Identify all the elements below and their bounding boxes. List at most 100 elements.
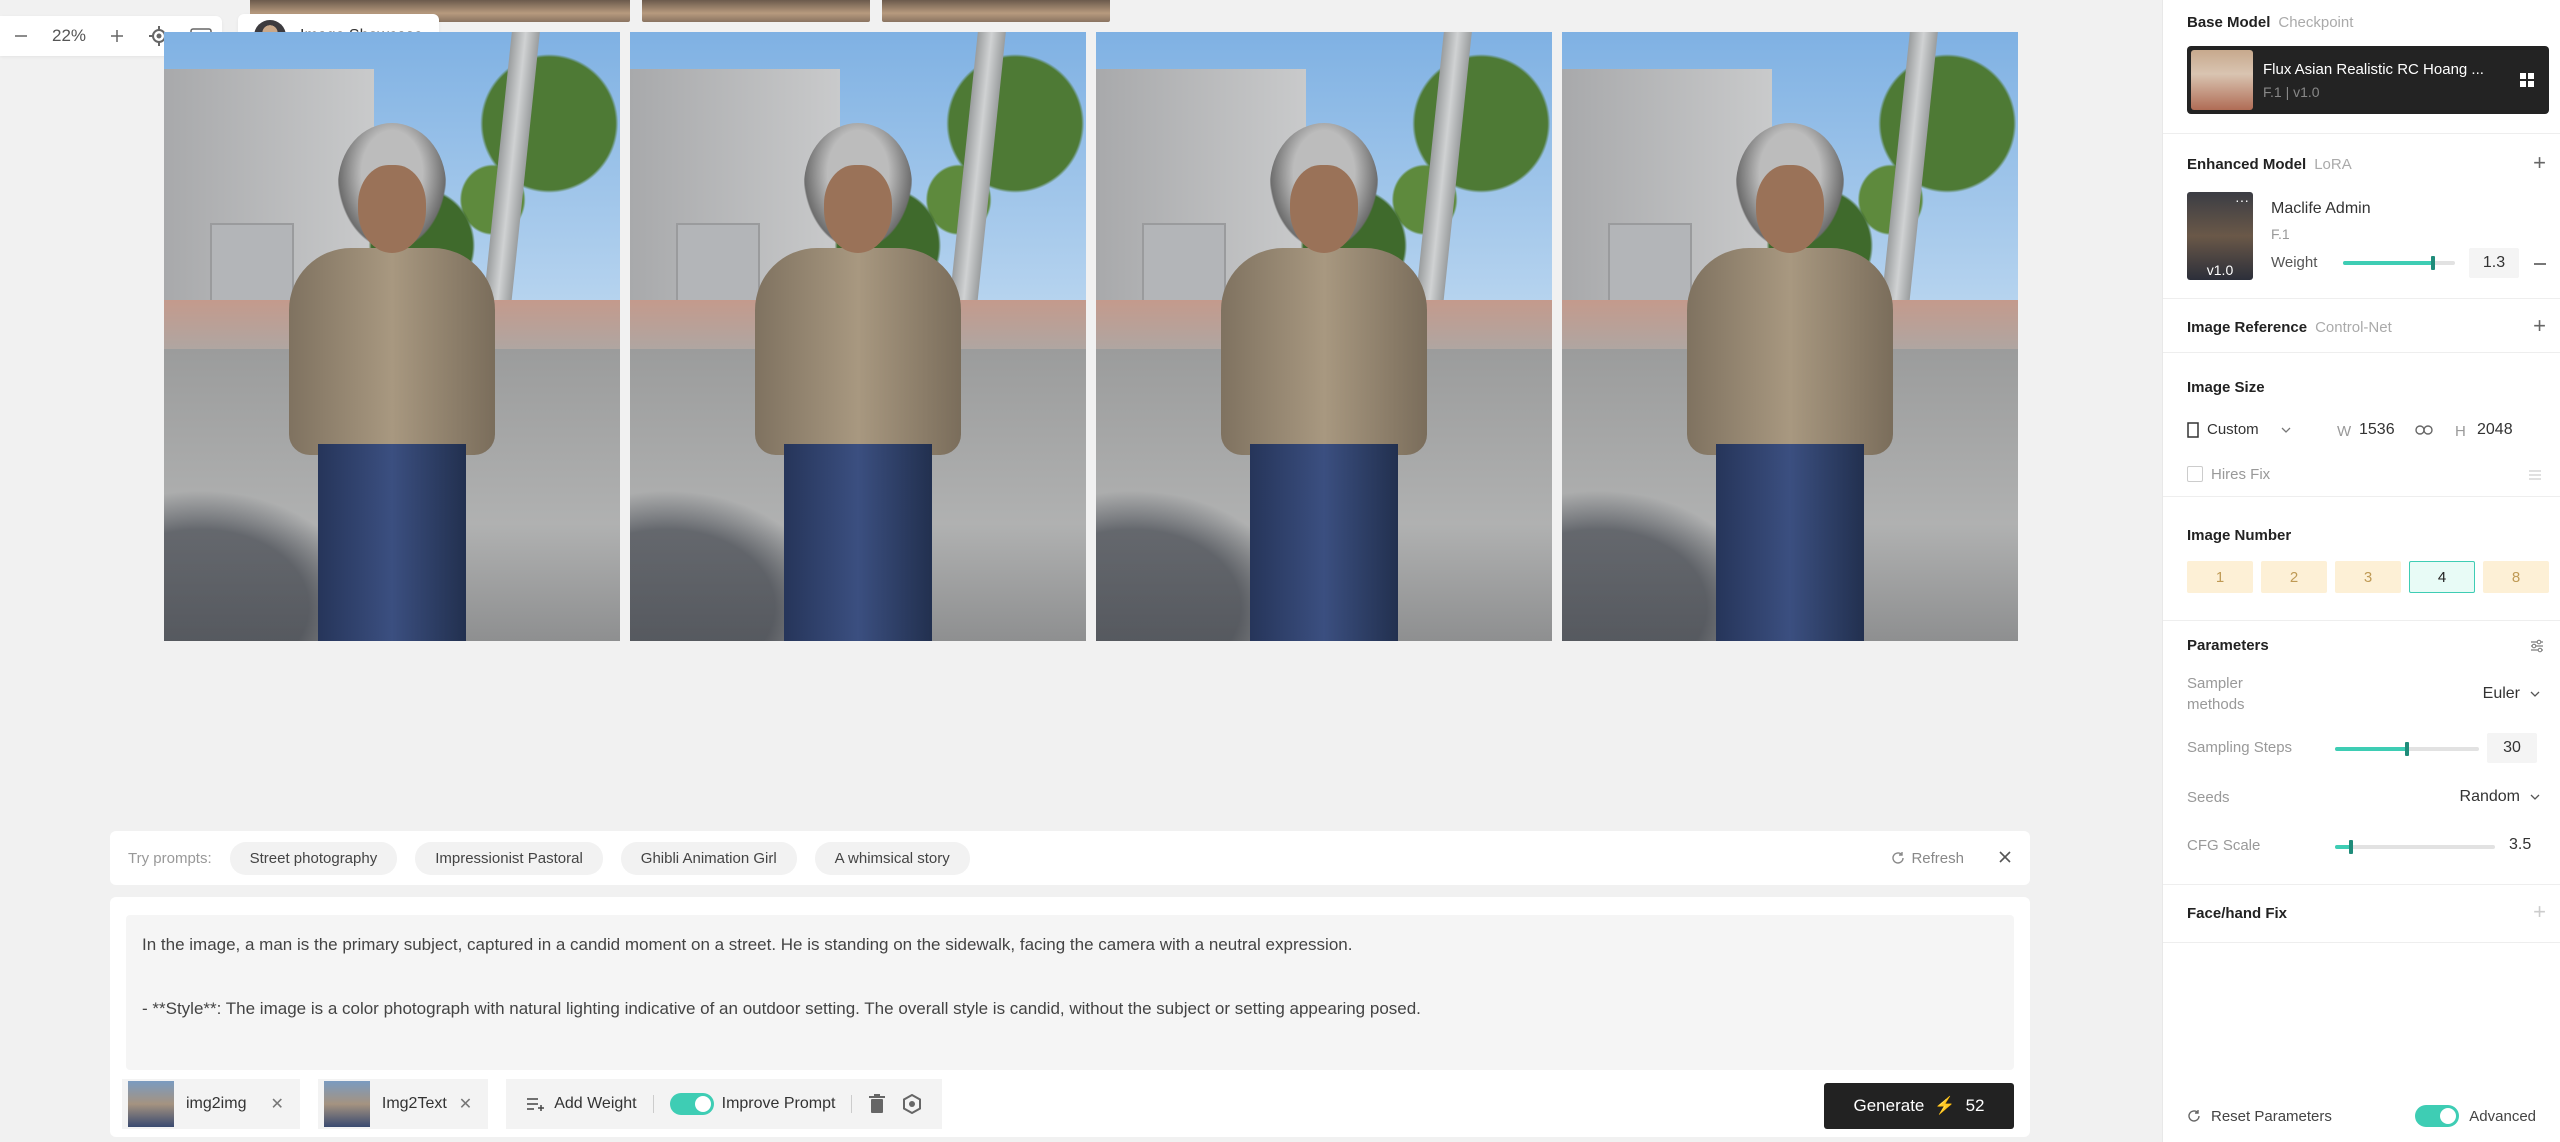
add-lora-button[interactable]: + [2533, 150, 2546, 176]
image-number-4[interactable]: 4 [2409, 561, 2475, 593]
more-icon[interactable]: ··· [2235, 192, 2249, 208]
improve-prompt-switch[interactable] [669, 1093, 714, 1115]
improve-prompt-toggle[interactable]: Improve Prompt [669, 1093, 836, 1115]
lora-weight-knob[interactable] [2430, 256, 2435, 270]
lora-weight-fill [2343, 261, 2433, 265]
image-number-section: Image Number [2163, 497, 2560, 621]
size-preset-select[interactable]: Custom [2187, 421, 2291, 438]
prompt-chip-whimsical-story[interactable]: A whimsical story [814, 841, 970, 875]
cfg-scale-knob[interactable] [2349, 840, 2353, 854]
generate-cost: 52 [1965, 1096, 1985, 1115]
prompt-tools: img2img ✕ Img2Text ✕ Add Weight Improve … [122, 1079, 943, 1129]
divider [652, 1095, 654, 1113]
prompt-chip-street-photography[interactable]: Street photography [229, 841, 398, 875]
link-icon[interactable] [2415, 425, 2433, 435]
sampling-steps-knob[interactable] [2405, 742, 2409, 756]
generate-label: Generate [1853, 1096, 1925, 1115]
add-image-reference-button[interactable]: + [2533, 313, 2546, 339]
image-number-8[interactable]: 8 [2483, 561, 2549, 593]
add-weight-icon [527, 1098, 545, 1111]
image-reference-section: Image Reference Control-Net + [2163, 299, 2560, 353]
try-prompts-label: Try prompts: [128, 849, 212, 867]
hires-fix-label: Hires Fix [2211, 466, 2271, 483]
generate-button[interactable]: Generate ⚡ 52 [1824, 1083, 2014, 1129]
advanced-toggle[interactable]: Advanced [2415, 1105, 2536, 1127]
sampling-steps-slider[interactable] [2335, 742, 2479, 756]
advanced-switch[interactable] [2415, 1105, 2460, 1127]
prompt-line-2: - **Style**: The image is a color photog… [142, 999, 1421, 1018]
base-model-version: F.1 | v1.0 [2263, 83, 2320, 100]
prompt-chip-impressionist-pastoral[interactable]: Impressionist Pastoral [415, 841, 603, 875]
base-model-card[interactable]: Flux Asian Realistic RC Hoang ... F.1 | … [2187, 46, 2549, 114]
grid-icon[interactable] [2519, 72, 2535, 88]
refresh-icon [1892, 852, 1905, 864]
trash-icon[interactable] [868, 1094, 886, 1114]
prompt-chip-ghibli-animation-girl[interactable]: Ghibli Animation Girl [620, 841, 797, 875]
add-weight-button[interactable]: Add Weight [526, 1095, 637, 1113]
cfg-scale-label: CFG Scale [2187, 837, 2261, 854]
sampling-steps-label: Sampling Steps [2187, 739, 2293, 756]
image-size-title: Image Size [2187, 379, 2265, 396]
image-size-section: Image Size Custom W 1536 H 2048 Hires Fi… [2163, 353, 2560, 497]
base-model-section: Base Model Checkpoint Flux Asian Realisti… [2163, 0, 2560, 134]
chevron-down-icon [2530, 794, 2540, 800]
lora-thumbnail[interactable]: ··· v1.0 [2187, 192, 2253, 280]
hires-options-icon[interactable] [2528, 469, 2542, 481]
previous-image[interactable] [642, 0, 870, 22]
prompt-options: Add Weight Improve Prompt [506, 1079, 943, 1129]
cfg-scale-slider[interactable] [2335, 840, 2495, 854]
width-input[interactable]: 1536 [2359, 421, 2395, 439]
height-input[interactable]: 2048 [2477, 421, 2513, 439]
lora-weight-slider[interactable] [2343, 256, 2455, 270]
seeds-select[interactable]: Random [2460, 788, 2540, 806]
zoom-level: 22% [52, 26, 87, 45]
img2text-card[interactable]: Img2Text ✕ [317, 1079, 489, 1129]
add-face-fix-button[interactable]: + [2533, 899, 2546, 925]
reset-parameters-button[interactable]: Reset Parameters [2187, 1108, 2332, 1125]
settings-icon[interactable] [902, 1094, 922, 1114]
sliders-icon[interactable] [2530, 639, 2544, 653]
base-model-title: Base Model [2187, 14, 2271, 31]
hires-fix-checkbox[interactable] [2187, 466, 2203, 482]
close-try-prompts-button[interactable] [1998, 848, 2012, 869]
panel-footer: Reset Parameters Advanced [2163, 1090, 2560, 1142]
sampling-steps-value[interactable]: 30 [2487, 733, 2537, 763]
remove-lora-icon[interactable] [2533, 257, 2547, 271]
img2img-label: img2img [186, 1095, 247, 1112]
cfg-scale-value[interactable]: 3.5 [2509, 836, 2531, 854]
image-number-3[interactable]: 3 [2335, 561, 2401, 593]
reset-icon [2188, 1110, 2200, 1122]
sampling-steps-fill [2335, 747, 2407, 751]
lora-name: Maclife Admin [2271, 200, 2371, 217]
generated-image-1[interactable] [164, 32, 620, 641]
enhanced-model-heading: Enhanced Model LoRA [2187, 156, 2352, 173]
refresh-prompts-button[interactable]: Refresh [1891, 850, 1964, 867]
improve-prompt-label: Improve Prompt [721, 1095, 836, 1112]
img2img-card[interactable]: img2img ✕ [122, 1079, 300, 1129]
portrait-icon [2187, 421, 2199, 438]
generated-image-3[interactable] [1096, 32, 1552, 641]
remove-img2img-button[interactable]: ✕ [270, 1094, 283, 1114]
enhanced-model-subtitle: LoRA [2314, 156, 2352, 173]
settings-panel: Base Model Checkpoint Flux Asian Realisti… [2162, 0, 2560, 1142]
generated-image-2[interactable] [630, 32, 1086, 641]
generated-image-4[interactable] [1562, 32, 2018, 641]
previous-image[interactable] [882, 0, 1110, 22]
lora-weight-value[interactable]: 1.3 [2469, 248, 2519, 278]
img2text-thumbnail [323, 1081, 370, 1127]
reset-parameters-label: Reset Parameters [2211, 1107, 2332, 1125]
sampler-select[interactable]: Euler [2483, 685, 2540, 703]
lora-weight-label: Weight [2271, 254, 2318, 271]
image-reference-subtitle: Control-Net [2315, 319, 2392, 336]
zoom-out-button[interactable] [10, 25, 32, 47]
image-number-1[interactable]: 1 [2187, 561, 2253, 593]
width-label: W [2337, 423, 2352, 440]
prompt-textarea[interactable]: In the image, a man is the primary subje… [126, 915, 2014, 1070]
zoom-in-button[interactable] [106, 25, 128, 47]
base-model-heading: Base Model Checkpoint [2187, 14, 2353, 31]
seeds-label: Seeds [2187, 789, 2230, 806]
image-number-2[interactable]: 2 [2261, 561, 2327, 593]
enhanced-model-title: Enhanced Model [2187, 156, 2307, 173]
minus-icon [15, 35, 27, 37]
remove-img2text-button[interactable]: ✕ [459, 1094, 472, 1114]
